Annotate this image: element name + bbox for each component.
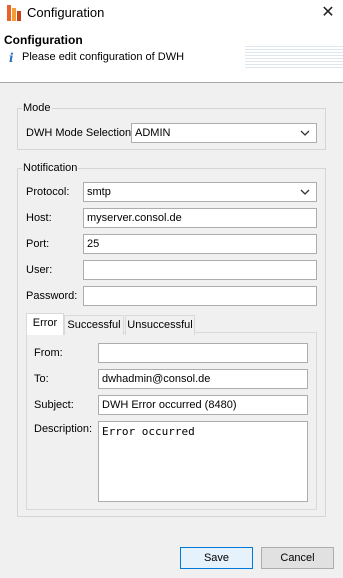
user-field[interactable] — [83, 260, 317, 280]
port-label: Port: — [26, 238, 50, 250]
chevron-down-icon — [300, 130, 310, 136]
page-title: Configuration — [4, 33, 83, 47]
port-field[interactable]: 25 — [83, 234, 317, 254]
protocol-value: smtp — [87, 186, 111, 198]
tab-unsuccessful[interactable]: Unsuccessful — [125, 315, 195, 335]
page-description: Please edit configuration of DWH — [22, 51, 185, 63]
notification-legend: Notification — [22, 162, 79, 174]
to-label: To: — [34, 373, 49, 385]
subject-label: Subject: — [34, 399, 74, 411]
subject-field[interactable]: DWH Error occurred (8480) — [98, 395, 308, 415]
dwh-mode-select[interactable]: ADMIN — [131, 123, 317, 143]
tab-successful[interactable]: Successful — [64, 315, 124, 335]
banner-decoration — [245, 46, 343, 68]
dwh-mode-value: ADMIN — [135, 127, 171, 139]
host-field[interactable]: myserver.consol.de — [83, 208, 317, 228]
dwh-mode-label: DWH Mode Selection — [26, 127, 132, 139]
info-icon: i — [9, 51, 14, 65]
description-label: Description: — [34, 423, 93, 435]
password-label: Password: — [26, 290, 78, 302]
tab-error[interactable]: Error — [26, 313, 64, 335]
password-field[interactable] — [83, 286, 317, 306]
description-textarea[interactable]: Error occurred — [98, 421, 308, 502]
from-label: From: — [34, 347, 63, 359]
protocol-label: Protocol: — [26, 186, 70, 198]
app-icon — [7, 5, 21, 21]
mode-legend: Mode — [22, 102, 52, 114]
from-field[interactable] — [98, 343, 308, 363]
user-label: User: — [26, 264, 53, 276]
chevron-down-icon — [300, 189, 310, 195]
save-button[interactable]: Save — [180, 547, 253, 569]
window-title: Configuration — [27, 5, 105, 20]
to-field[interactable]: dwhadmin@consol.de — [98, 369, 308, 389]
cancel-button[interactable]: Cancel — [261, 547, 334, 569]
host-label: Host: — [26, 212, 52, 224]
close-icon[interactable]: ✕ — [316, 2, 340, 24]
protocol-select[interactable]: smtp — [83, 182, 317, 202]
